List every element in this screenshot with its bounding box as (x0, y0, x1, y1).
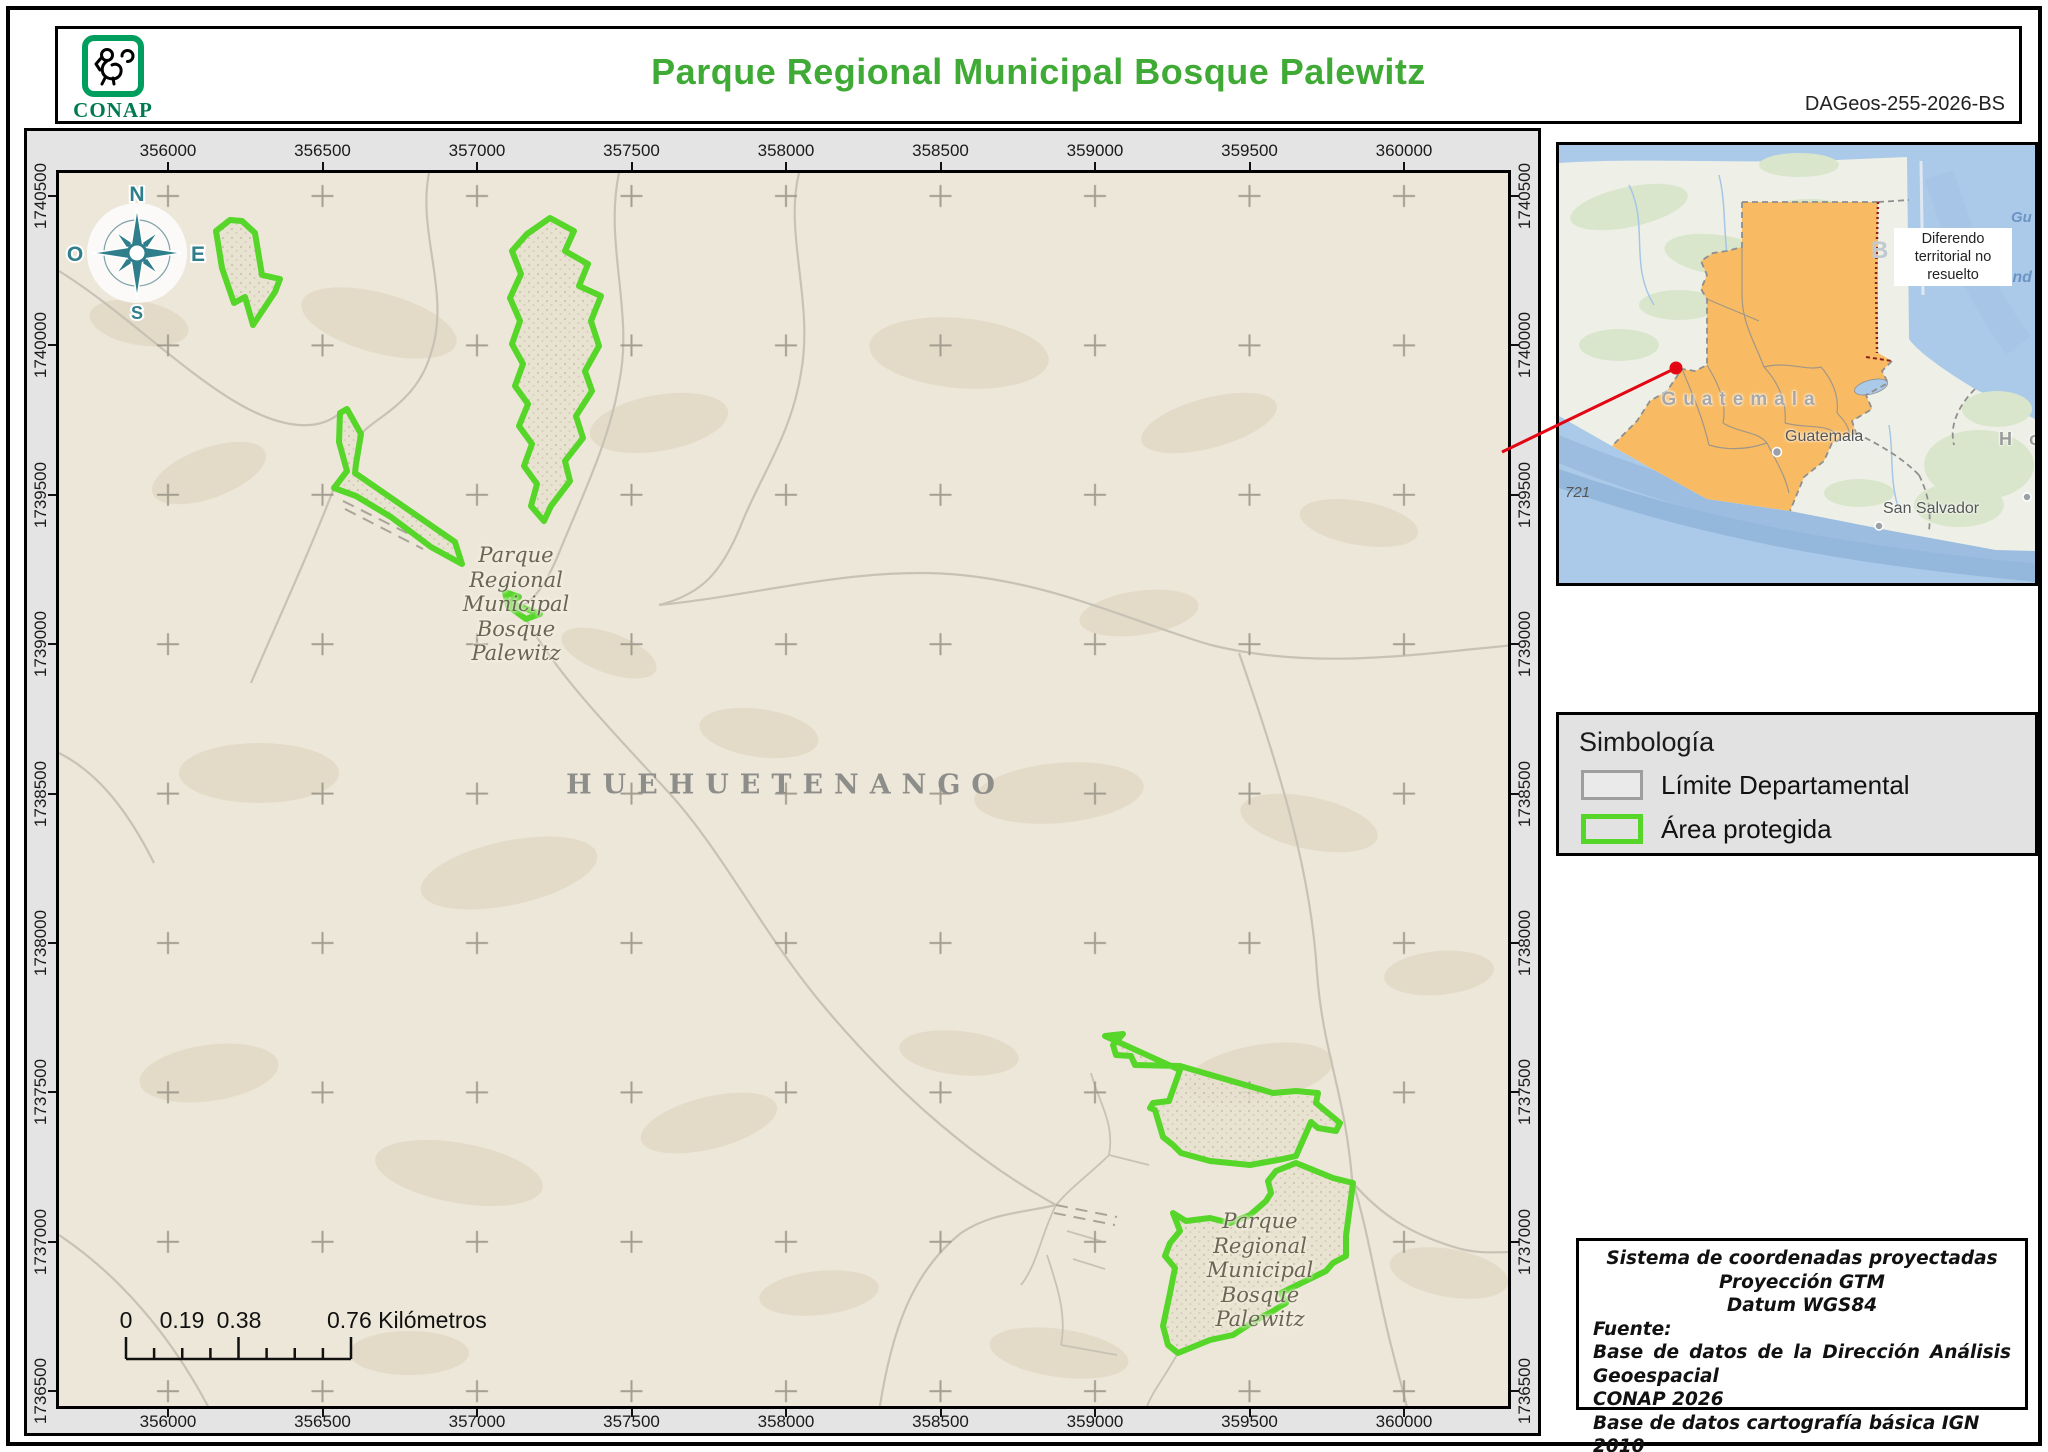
scale-bar: 0 0.19 0.38 0.76 Kilómetros (99, 1307, 519, 1381)
x-axis-label-top: 358000 (758, 141, 815, 161)
y-axis-tick-left (48, 494, 56, 496)
page-title: Parque Regional Municipal Bosque Palewit… (58, 51, 2019, 93)
park-label-northwest: Parque Regional Municipal Bosque Palewit… (396, 543, 636, 666)
x-axis-label-top: 360000 (1376, 141, 1433, 161)
x-axis-label-top: 357000 (449, 141, 506, 161)
credits-source-1b: CONAP 2026 (1593, 1388, 2011, 1412)
credits-coord-system: Sistema de coordenadas proyectadas (1593, 1247, 2011, 1271)
document-id: DAGeos-255-2026-BS (1805, 93, 2005, 116)
x-axis-tick-bottom (476, 1409, 478, 1417)
inset-capital-label: Guatemala (1785, 428, 1863, 446)
inset-water-label-1: Gu (2011, 209, 2032, 226)
y-axis-tick-left (48, 793, 56, 795)
department-label: HUEHUETENANGO (566, 770, 1006, 801)
y-axis-tick-right (1511, 1390, 1519, 1392)
scale-label-019: 0.19 (160, 1307, 205, 1334)
map-frame: N E S O Parque Regional Municipal Bosque… (24, 128, 1541, 1436)
y-axis-tick-left (48, 1241, 56, 1243)
inset-depth-label: 721 (1565, 484, 1590, 501)
scale-label-076: 0.76 Kilómetros (327, 1307, 487, 1334)
legend-item-limite: Límite Departamental (1581, 769, 1910, 801)
territorial-dispute-note: Diferendo territorial no resuelto (1894, 228, 2012, 286)
x-axis-tick-bottom (785, 1409, 787, 1417)
inset-honduras-fragment: H o (1999, 429, 2038, 450)
credits-source-heading: Fuente: (1593, 1318, 2011, 1342)
x-axis-label-top: 359000 (1067, 141, 1124, 161)
y-axis-tick-left (48, 344, 56, 346)
main-map: N E S O Parque Regional Municipal Bosque… (56, 170, 1511, 1409)
x-axis-tick-bottom (940, 1409, 942, 1417)
y-axis-tick-left (48, 643, 56, 645)
departmental-limit-swatch-icon (1581, 770, 1643, 800)
y-axis-tick-right (1511, 942, 1519, 944)
x-axis-tick-bottom (1249, 1409, 1251, 1417)
inset-country-label: Guatemala (1639, 389, 1844, 411)
credits-box: Sistema de coordenadas proyectadas Proye… (1576, 1238, 2028, 1410)
legend: Simbología Límite Departamental Área pro… (1556, 712, 2038, 856)
compass-rose: N E S O (56, 185, 228, 321)
x-axis-label-top: 356500 (294, 141, 351, 161)
x-axis-tick-bottom (322, 1409, 324, 1417)
scale-label-038: 0.38 (217, 1307, 262, 1334)
credits-source-2: Base de datos cartografía básica IGN 201… (1593, 1412, 2011, 1452)
y-axis-tick-right (1511, 494, 1519, 496)
y-axis-tick-left (48, 942, 56, 944)
conap-logo-text: CONAP (73, 98, 153, 123)
x-axis-tick-bottom (1403, 1409, 1405, 1417)
x-axis-label-top: 358500 (912, 141, 969, 161)
compass-n: N (129, 185, 144, 206)
compass-o: O (67, 243, 83, 266)
inset-belize-fragment: B (1871, 237, 1888, 265)
credits-projection: Proyección GTM (1593, 1271, 2011, 1295)
y-axis-tick-left (48, 195, 56, 197)
compass-e: E (191, 243, 205, 266)
x-axis-label-top: 359500 (1221, 141, 1278, 161)
legend-title: Simbología (1579, 727, 1714, 758)
x-axis-tick-bottom (167, 1409, 169, 1417)
x-axis-label-top: 356000 (140, 141, 197, 161)
x-axis-tick-top (322, 162, 324, 170)
x-axis-tick-top (1403, 162, 1405, 170)
y-axis-tick-left (48, 1091, 56, 1093)
compass-s: S (131, 303, 143, 321)
scale-label-0: 0 (120, 1307, 133, 1334)
x-axis-label-top: 357500 (603, 141, 660, 161)
x-axis-tick-top (940, 162, 942, 170)
y-axis-tick-left (48, 1390, 56, 1392)
inset-san-salvador-label: San Salvador (1883, 500, 1979, 518)
header: CONAP Parque Regional Municipal Bosque P… (55, 26, 2022, 124)
x-axis-tick-top (476, 162, 478, 170)
y-axis-tick-right (1511, 195, 1519, 197)
x-axis-tick-top (1094, 162, 1096, 170)
y-axis-tick-right (1511, 793, 1519, 795)
credits-source-1: Base de datos de la Dirección Análisis G… (1593, 1341, 2011, 1388)
x-axis-tick-top (1249, 162, 1251, 170)
x-axis-tick-top (785, 162, 787, 170)
y-axis-tick-right (1511, 1091, 1519, 1093)
legend-item-area-protegida: Área protegida (1581, 813, 1832, 845)
credits-datum: Datum WGS84 (1593, 1294, 2011, 1318)
inset-map: Guatemala Guatemala San Salvador H o B 7… (1556, 142, 2038, 586)
x-axis-tick-top (631, 162, 633, 170)
y-axis-tick-right (1511, 643, 1519, 645)
x-axis-tick-bottom (1094, 1409, 1096, 1417)
park-label-southeast: Parque Regional Municipal Bosque Palewit… (1140, 1209, 1380, 1332)
y-axis-tick-right (1511, 1241, 1519, 1243)
y-axis-tick-right (1511, 344, 1519, 346)
x-axis-tick-bottom (631, 1409, 633, 1417)
protected-area-swatch-icon (1581, 814, 1643, 844)
x-axis-tick-top (167, 162, 169, 170)
